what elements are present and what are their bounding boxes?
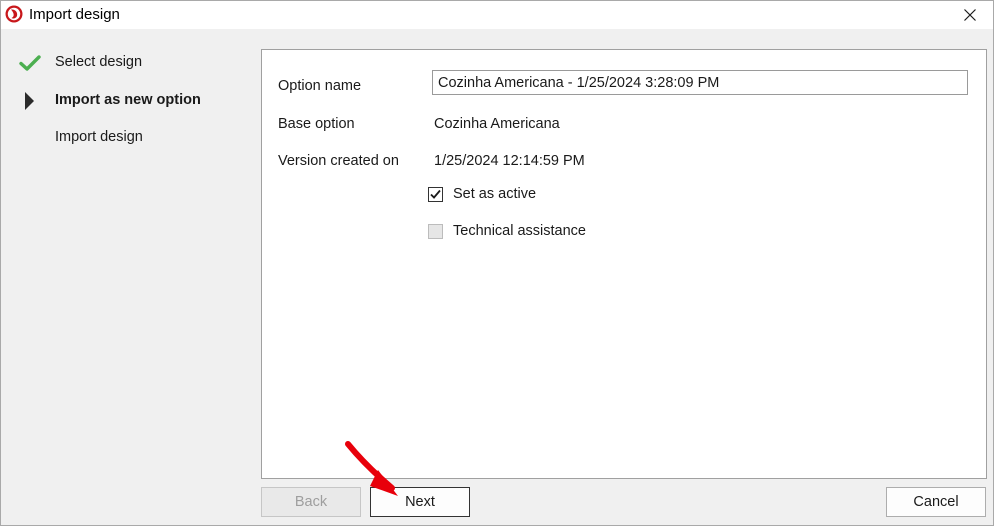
- close-button[interactable]: [947, 1, 993, 28]
- dialog-body: Select design Import as new option Impor…: [1, 29, 993, 525]
- options-panel: Option name Base option Cozinha American…: [261, 49, 987, 479]
- step-label: Select design: [55, 54, 143, 70]
- checkmark-icon: [430, 189, 441, 199]
- step-label: Import design: [55, 129, 143, 145]
- base-option-value: Cozinha Americana: [434, 116, 560, 132]
- import-design-dialog: Import design Select design Import as ne…: [0, 0, 994, 526]
- step-import-design: Import design: [1, 127, 251, 149]
- app-logo-icon: [5, 5, 23, 23]
- step-select-design: Select design: [1, 52, 251, 74]
- option-name-label: Option name: [278, 78, 362, 94]
- current-step-arrow-icon: [25, 92, 34, 110]
- base-option-label: Base option: [278, 116, 355, 132]
- checkbox-box[interactable]: [428, 224, 443, 239]
- wizard-steps: Select design Import as new option Impor…: [1, 29, 251, 229]
- option-name-input[interactable]: [432, 70, 968, 95]
- back-button[interactable]: Back: [261, 487, 361, 517]
- close-icon: [964, 8, 976, 21]
- next-button[interactable]: Next: [370, 487, 470, 517]
- checkbox-box[interactable]: [428, 187, 443, 202]
- version-created-value: 1/25/2024 12:14:59 PM: [434, 153, 585, 169]
- step-import-as-new-option: Import as new option: [1, 90, 251, 112]
- checkmark-icon: [19, 55, 41, 71]
- technical-assistance-label: Technical assistance: [453, 223, 586, 239]
- step-label: Import as new option: [55, 92, 201, 108]
- cancel-button[interactable]: Cancel: [886, 487, 986, 517]
- set-as-active-label: Set as active: [453, 186, 537, 202]
- version-created-label: Version created on: [278, 153, 399, 169]
- window-title: Import design: [29, 6, 120, 23]
- title-bar: Import design: [1, 1, 993, 28]
